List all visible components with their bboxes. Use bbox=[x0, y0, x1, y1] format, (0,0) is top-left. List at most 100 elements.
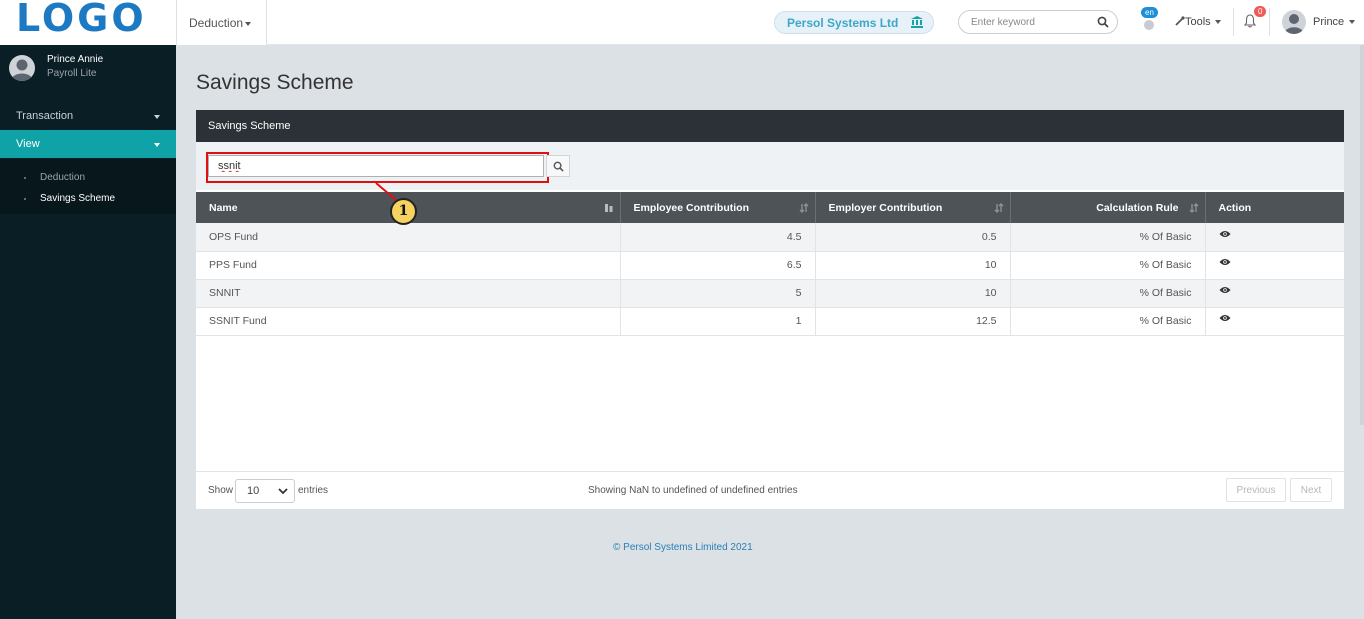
bank-icon bbox=[911, 16, 923, 28]
cell-employer-contribution: 0.5 bbox=[815, 223, 1011, 252]
table-search-button[interactable] bbox=[546, 155, 570, 177]
language-badge: en bbox=[1141, 7, 1158, 18]
search-input[interactable] bbox=[971, 15, 1089, 30]
table-footer: Show 10 entries Showing NaN to undefined… bbox=[196, 471, 1344, 509]
wrench-icon bbox=[1175, 16, 1185, 26]
savings-scheme-panel: Savings Scheme Name Employee Contributio… bbox=[196, 110, 1344, 509]
scrollbar[interactable] bbox=[1360, 45, 1364, 425]
column-header-action: Action bbox=[1205, 192, 1344, 223]
user-name: Prince bbox=[1313, 16, 1356, 28]
module-dropdown-label: Deduction bbox=[189, 16, 244, 30]
pagination-info: Showing NaN to undefined of undefined en… bbox=[588, 485, 798, 496]
column-header-label: Employer Contribution bbox=[828, 201, 943, 214]
avatar bbox=[1282, 10, 1306, 34]
savings-scheme-table: Name Employee Contribution Employer Cont… bbox=[196, 192, 1344, 336]
cell-action bbox=[1205, 307, 1344, 336]
page-title: Savings Scheme bbox=[196, 71, 354, 94]
column-header-label: Calculation Rule bbox=[1096, 201, 1179, 214]
cell-employee-contribution: 6.5 bbox=[620, 251, 816, 280]
divider bbox=[1269, 8, 1270, 36]
cell-action bbox=[1205, 251, 1344, 280]
entries-label: entries bbox=[298, 485, 329, 496]
global-search bbox=[958, 10, 1118, 34]
cell-calculation-rule: % Of Basic bbox=[1010, 223, 1206, 252]
company-selector[interactable]: Persol Systems Ltd bbox=[774, 11, 934, 34]
annotation-highlight-box bbox=[206, 152, 549, 183]
sidebar-item-label: View bbox=[16, 138, 40, 150]
company-name: Persol Systems Ltd bbox=[787, 16, 899, 30]
show-label: Show bbox=[208, 485, 234, 496]
bullet-icon bbox=[24, 198, 26, 200]
table-row[interactable]: OPS Fund 4.5 0.5 % Of Basic bbox=[196, 223, 1344, 252]
sidebar-item-view[interactable]: View bbox=[0, 130, 176, 158]
search-icon bbox=[553, 161, 564, 172]
sort-icon bbox=[1189, 203, 1198, 213]
cell-name: SSNIT Fund bbox=[196, 307, 621, 336]
notification-count-badge: 0 bbox=[1254, 6, 1267, 17]
eye-icon[interactable] bbox=[1219, 314, 1231, 322]
cell-calculation-rule: % Of Basic bbox=[1010, 307, 1206, 336]
caret-down-icon bbox=[154, 115, 160, 119]
bell-icon bbox=[1243, 14, 1257, 28]
caret-down-icon bbox=[154, 143, 160, 147]
avatar bbox=[9, 55, 35, 81]
cell-name: SNNIT bbox=[196, 279, 621, 308]
divider bbox=[1233, 8, 1234, 36]
caret-down-icon bbox=[1214, 20, 1221, 25]
notifications-button[interactable]: 0 bbox=[1243, 6, 1267, 30]
caret-down-icon bbox=[245, 21, 252, 26]
copyright-text: © Persol Systems Limited 2021 bbox=[613, 542, 753, 553]
filter-bar bbox=[196, 142, 1344, 190]
sidebar-profile: Prince Annie Payroll Lite bbox=[0, 45, 176, 89]
tools-menu[interactable]: Tools bbox=[1175, 16, 1221, 28]
eye-icon[interactable] bbox=[1219, 230, 1231, 238]
sidebar-subitem-deduction[interactable]: Deduction bbox=[40, 172, 85, 183]
table-row[interactable]: SSNIT Fund 1 12.5 % Of Basic bbox=[196, 307, 1344, 336]
next-page-button[interactable]: Next bbox=[1290, 478, 1332, 502]
column-header-label: Name bbox=[209, 201, 238, 214]
top-navbar: LOGO Deduction Persol Systems Ltd en Too… bbox=[0, 0, 1364, 45]
column-header-calculation-rule[interactable]: Calculation Rule bbox=[1010, 192, 1206, 223]
logo[interactable]: LOGO bbox=[0, 0, 176, 45]
profile-role: Payroll Lite bbox=[47, 68, 97, 79]
eye-icon[interactable] bbox=[1219, 286, 1231, 294]
column-header-employer-contribution[interactable]: Employer Contribution bbox=[815, 192, 1011, 223]
cell-action bbox=[1205, 279, 1344, 308]
sidebar: Prince Annie Payroll Lite Transaction Vi… bbox=[0, 45, 176, 619]
cell-employer-contribution: 10 bbox=[815, 279, 1011, 308]
cell-employer-contribution: 10 bbox=[815, 251, 1011, 280]
search-icon[interactable] bbox=[1097, 16, 1109, 28]
cell-employee-contribution: 5 bbox=[620, 279, 816, 308]
sidebar-item-transaction[interactable]: Transaction bbox=[0, 102, 176, 130]
sidebar-submenu: Deduction Savings Scheme bbox=[0, 159, 176, 214]
table-row[interactable]: PPS Fund 6.5 10 % Of Basic bbox=[196, 251, 1344, 280]
language-selector[interactable]: en bbox=[1138, 7, 1162, 34]
cell-employee-contribution: 4.5 bbox=[620, 223, 816, 252]
cell-employee-contribution: 1 bbox=[620, 307, 816, 336]
cell-calculation-rule: % Of Basic bbox=[1010, 251, 1206, 280]
cell-calculation-rule: % Of Basic bbox=[1010, 279, 1206, 308]
cell-employer-contribution: 12.5 bbox=[815, 307, 1011, 336]
eye-icon[interactable] bbox=[1219, 258, 1231, 266]
previous-page-button[interactable]: Previous bbox=[1226, 478, 1286, 502]
tools-label: Tools bbox=[1185, 16, 1211, 28]
sort-icon bbox=[994, 203, 1003, 213]
table-row[interactable]: SNNIT 5 10 % Of Basic bbox=[196, 279, 1344, 308]
cell-name: PPS Fund bbox=[196, 251, 621, 280]
page-size-value: 10 bbox=[247, 485, 260, 497]
bullet-icon bbox=[24, 177, 26, 179]
caret-down-icon bbox=[1349, 20, 1356, 25]
sort-icon bbox=[799, 203, 808, 213]
panel-title: Savings Scheme bbox=[196, 110, 1344, 142]
module-dropdown[interactable]: Deduction bbox=[176, 0, 267, 45]
page-size-select[interactable]: 10 bbox=[235, 479, 295, 503]
annotation-number-badge: 1 bbox=[390, 198, 417, 225]
globe-icon bbox=[1144, 20, 1154, 30]
profile-name: Prince Annie bbox=[47, 54, 104, 65]
sidebar-item-label: Transaction bbox=[16, 110, 74, 122]
logo-text: LOGO bbox=[16, 0, 147, 40]
sidebar-subitem-savings-scheme[interactable]: Savings Scheme bbox=[40, 193, 115, 204]
column-header-employee-contribution[interactable]: Employee Contribution bbox=[620, 192, 816, 223]
cell-name: OPS Fund bbox=[196, 223, 621, 252]
chevron-down-icon bbox=[278, 488, 288, 495]
